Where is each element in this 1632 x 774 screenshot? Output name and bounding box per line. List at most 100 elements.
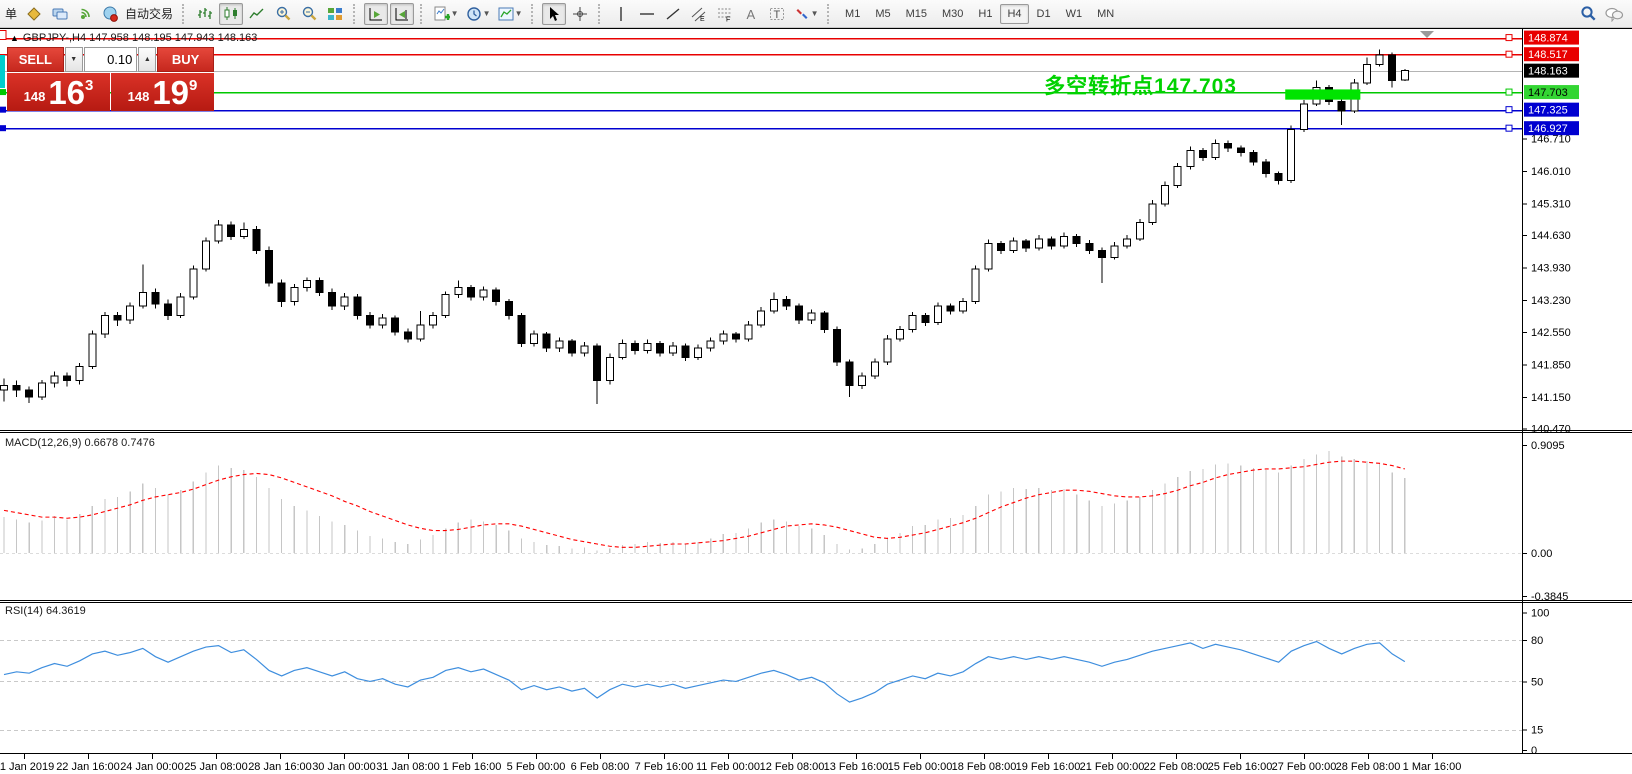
chart-shift-icon[interactable]	[390, 3, 414, 25]
time-label: 11 Feb 00:00	[696, 761, 760, 773]
buy-price-pips: 19	[152, 78, 189, 108]
timeframe-M15[interactable]: M15	[899, 4, 934, 24]
sell-price-tile[interactable]: 148163	[7, 73, 110, 111]
time-label: 5 Feb 00:00	[507, 761, 566, 773]
time-label: 22 Jan 16:00	[56, 761, 120, 773]
price-tick-label: 145.310	[1531, 198, 1571, 210]
new-order-button[interactable]: 单	[2, 5, 20, 22]
zoom-out-icon[interactable]	[297, 3, 321, 25]
candle-body	[922, 316, 929, 323]
highlight-rectangle[interactable]	[1285, 89, 1360, 99]
candle-body	[316, 281, 323, 293]
candle-body	[884, 339, 891, 362]
candle-body	[909, 316, 916, 330]
time-label: 28 Feb 08:00	[1336, 761, 1401, 773]
candle-body	[1136, 222, 1143, 238]
line-anchor[interactable]	[0, 107, 6, 113]
auto-scroll-icon[interactable]	[364, 3, 388, 25]
candle-body	[26, 390, 33, 397]
line-anchor[interactable]	[1506, 51, 1512, 57]
candle-body	[379, 318, 386, 325]
timeframe-M30[interactable]: M30	[935, 4, 970, 24]
tile-windows-icon[interactable]	[323, 3, 347, 25]
candle-body	[1376, 55, 1383, 64]
rsi-tick-label: 0	[1531, 745, 1537, 757]
volume-input[interactable]: 0.10	[84, 47, 138, 72]
candle-body	[947, 306, 954, 311]
line-anchor[interactable]	[1506, 107, 1512, 113]
candle-body	[341, 297, 348, 306]
line-anchor[interactable]	[0, 31, 6, 40]
symbol-marker-icon: ▲	[10, 33, 19, 43]
line-anchor[interactable]	[0, 89, 6, 95]
zoom-in-icon[interactable]	[271, 3, 295, 25]
time-label: 27 Feb 00:00	[1272, 761, 1337, 773]
candle-body	[1073, 236, 1080, 243]
candle-body	[64, 376, 71, 381]
timeframe-H4[interactable]: H4	[1000, 4, 1028, 24]
chat-icon[interactable]	[1602, 3, 1626, 25]
cursor-icon[interactable]	[542, 3, 566, 25]
auto-trading-label[interactable]: 自动交易	[122, 5, 176, 22]
chart-area[interactable]: 146.710146.010145.310144.630143.930143.2…	[0, 28, 1632, 774]
line-anchor[interactable]	[1506, 89, 1512, 95]
auto-trading-icon[interactable]	[100, 3, 120, 25]
timeframe-W1[interactable]: W1	[1059, 4, 1090, 24]
timeframe-M5[interactable]: M5	[868, 4, 897, 24]
timeframe-M1[interactable]: M1	[838, 4, 867, 24]
history-icon[interactable]	[22, 3, 46, 25]
volume-decrement-button[interactable]: ▼	[65, 47, 83, 72]
signal-icon[interactable]	[74, 3, 98, 25]
terminals-icon[interactable]	[48, 3, 72, 25]
buy-price-tile[interactable]: 148199	[111, 73, 214, 111]
candle-body	[152, 292, 159, 304]
annotation-text[interactable]: 多空转折点147.703	[1044, 70, 1237, 100]
line-anchor[interactable]	[1506, 125, 1512, 131]
timeframe-D1[interactable]: D1	[1030, 4, 1058, 24]
sell-button[interactable]: SELL	[7, 47, 64, 72]
macd-tick-label: 0.9095	[1531, 440, 1565, 452]
timeframe-MN[interactable]: MN	[1090, 4, 1121, 24]
down-arrow-marker[interactable]	[1420, 31, 1434, 38]
trendline-icon[interactable]	[661, 3, 685, 25]
candlestick-chart-icon[interactable]	[219, 3, 243, 25]
time-label: 13 Feb 16:00	[824, 761, 889, 773]
candle-body	[354, 297, 361, 316]
left-edge-marker	[0, 55, 5, 88]
vertical-line-icon[interactable]	[609, 3, 633, 25]
line-chart-icon[interactable]	[245, 3, 269, 25]
text-icon[interactable]: A	[739, 3, 763, 25]
time-label: 21 Feb 00:00	[1080, 761, 1145, 773]
time-label: 19 Feb 16:00	[1016, 761, 1081, 773]
rsi-tick-label: 15	[1531, 725, 1543, 737]
line-anchor[interactable]	[1506, 35, 1512, 41]
candle-body	[139, 292, 146, 306]
price-badge-label: 147.325	[1528, 105, 1568, 117]
equidistant-channel-icon[interactable]: E	[687, 3, 711, 25]
buy-button[interactable]: BUY	[157, 47, 214, 72]
fibonacci-icon[interactable]: F	[713, 3, 737, 25]
candle-body	[505, 302, 512, 316]
timeframe-H1[interactable]: H1	[971, 4, 999, 24]
candle-body	[404, 332, 411, 339]
arrows-icon[interactable]: ▼	[791, 3, 821, 25]
horizontal-line-icon[interactable]	[635, 3, 659, 25]
candle-body	[240, 229, 247, 236]
price-badge-label: 148.163	[1528, 66, 1568, 78]
price-tick-label: 143.930	[1531, 263, 1571, 275]
volume-increment-button[interactable]: ▲	[138, 47, 156, 72]
periods-icon[interactable]: ▼	[463, 3, 493, 25]
candle-body	[480, 290, 487, 297]
text-label-icon[interactable]: T	[765, 3, 789, 25]
chart-canvas[interactable]: 146.710146.010145.310144.630143.930143.2…	[0, 28, 1632, 774]
candle-body	[1250, 153, 1257, 162]
candle-body	[997, 243, 1004, 250]
bar-chart-icon[interactable]	[193, 3, 217, 25]
rsi-tick-label: 100	[1531, 608, 1549, 620]
line-anchor[interactable]	[0, 125, 6, 131]
sell-price-pips: 16	[48, 78, 85, 108]
templates-icon[interactable]: ▼	[495, 3, 525, 25]
indicators-icon[interactable]: ▼	[431, 3, 461, 25]
crosshair-icon[interactable]	[568, 3, 592, 25]
search-icon[interactable]	[1576, 3, 1600, 25]
